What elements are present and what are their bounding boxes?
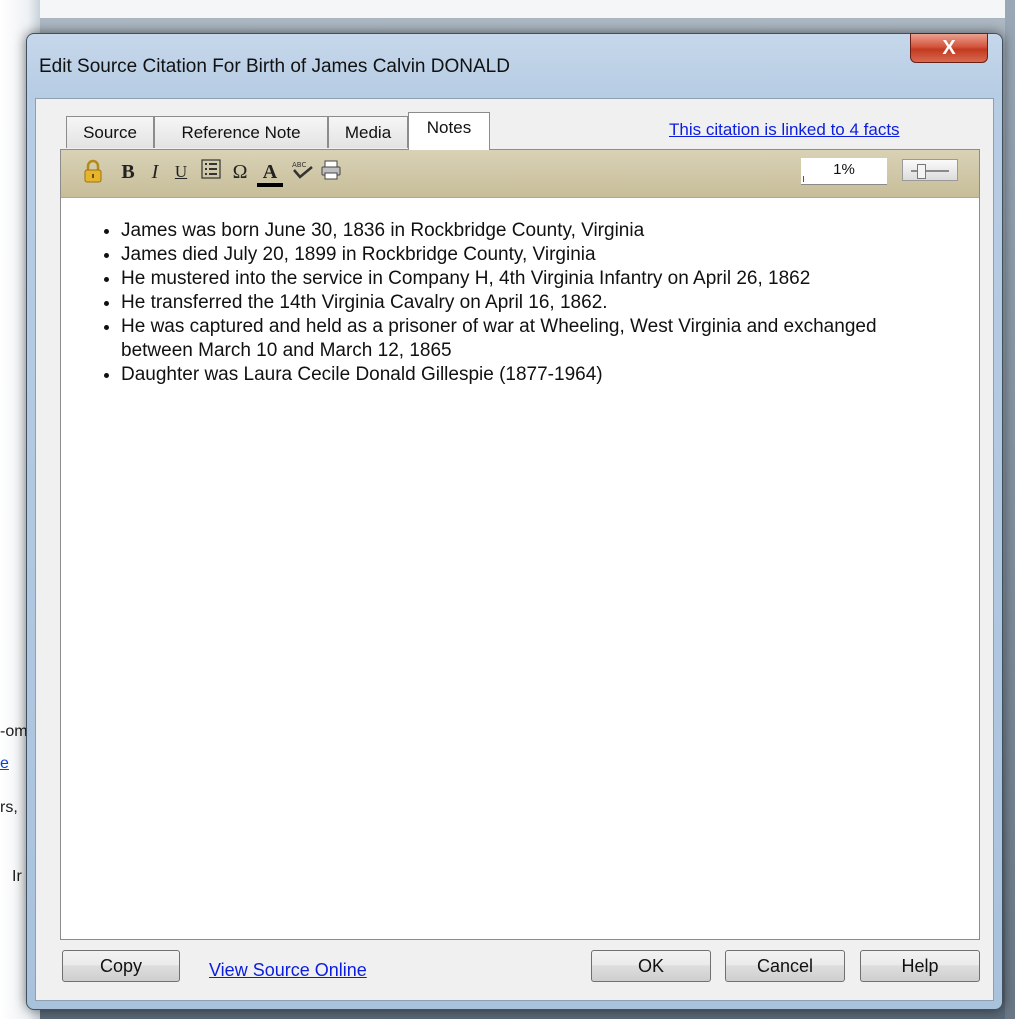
linked-facts-link[interactable]: This citation is linked to 4 facts bbox=[669, 120, 900, 140]
list-item: He mustered into the service in Company … bbox=[121, 267, 941, 291]
close-button[interactable]: X bbox=[910, 33, 988, 63]
zoom-level-field[interactable]: 1% bbox=[801, 158, 887, 185]
print-icon[interactable] bbox=[319, 159, 343, 185]
special-character-icon[interactable]: Ω bbox=[229, 159, 251, 185]
bold-icon[interactable]: B bbox=[119, 159, 137, 185]
background-right-strip bbox=[1005, 0, 1015, 1019]
list-item: James was born June 30, 1836 in Rockbrid… bbox=[121, 219, 941, 243]
notes-bullet-list[interactable]: James was born June 30, 1836 in Rockbrid… bbox=[97, 219, 941, 387]
lock-icon[interactable] bbox=[81, 159, 105, 185]
background-top-panel bbox=[40, 0, 1015, 19]
edit-source-citation-dialog: Edit Source Citation For Birth of James … bbox=[26, 33, 1003, 1010]
zoom-slider[interactable] bbox=[902, 159, 958, 181]
title-bar[interactable]: Edit Source Citation For Birth of James … bbox=[27, 33, 1002, 98]
list-item: James died July 20, 1899 in Rockbridge C… bbox=[121, 243, 941, 267]
spell-check-icon[interactable]: ABC bbox=[289, 159, 315, 185]
list-item: He transferred the 14th Virginia Cavalry… bbox=[121, 291, 941, 315]
background-text-fragment: -om bbox=[0, 723, 28, 740]
dialog-title: Edit Source Citation For Birth of James … bbox=[39, 56, 510, 77]
tab-source[interactable]: Source bbox=[66, 116, 154, 148]
zoom-level-text: 1% bbox=[833, 161, 855, 178]
copy-button[interactable]: Copy bbox=[62, 950, 180, 982]
cancel-button[interactable]: Cancel bbox=[725, 950, 845, 982]
italic-icon[interactable]: I bbox=[147, 159, 163, 185]
list-item: Daughter was Laura Cecile Donald Gillesp… bbox=[121, 363, 941, 387]
svg-text:ABC: ABC bbox=[292, 161, 306, 169]
background-text-fragment: rs, bbox=[0, 799, 18, 816]
tab-reference-note[interactable]: Reference Note bbox=[154, 116, 328, 148]
underline-icon[interactable]: U bbox=[172, 159, 190, 185]
zoom-level-bar bbox=[803, 176, 804, 182]
view-source-online-link[interactable]: View Source Online bbox=[209, 960, 367, 981]
editor-toolbar: B I U Ω A ABC 1% bbox=[61, 150, 979, 198]
list-item: He was captured and held as a prisoner o… bbox=[121, 315, 941, 363]
font-color-icon[interactable]: A bbox=[257, 159, 283, 187]
tab-media[interactable]: Media bbox=[328, 116, 408, 148]
background-text-fragment: Ir bbox=[12, 868, 22, 885]
background-link-fragment[interactable]: e bbox=[0, 755, 9, 773]
ok-button[interactable]: OK bbox=[591, 950, 711, 982]
close-icon: X bbox=[942, 37, 956, 59]
help-button[interactable]: Help bbox=[860, 950, 980, 982]
bullet-list-icon[interactable] bbox=[200, 159, 222, 185]
notes-editor: B I U Ω A ABC 1% • James was born June 3… bbox=[60, 149, 980, 940]
tab-notes[interactable]: Notes bbox=[408, 112, 490, 150]
zoom-slider-thumb[interactable] bbox=[917, 164, 926, 179]
